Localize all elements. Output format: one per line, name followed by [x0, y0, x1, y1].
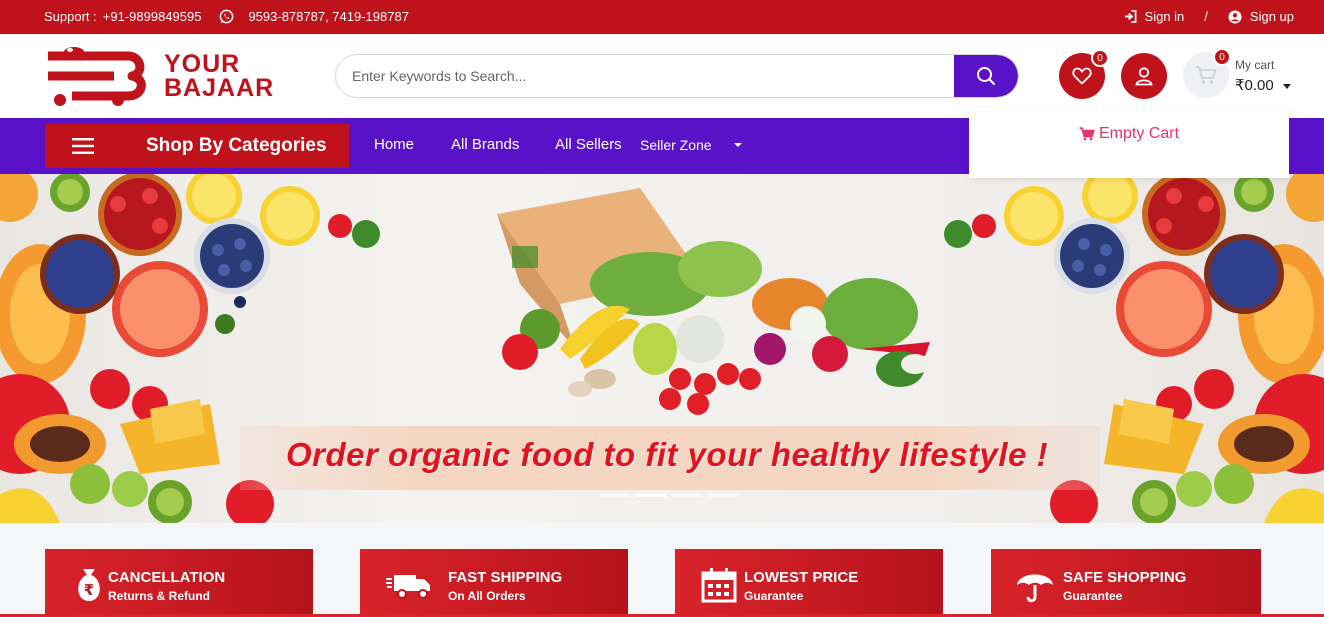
feature-subtitle: Guarantee	[1063, 589, 1123, 603]
carousel-dot-active[interactable]	[636, 494, 666, 497]
cart-dropdown: Empty Cart	[969, 108, 1289, 178]
carousel-dot[interactable]	[672, 494, 702, 497]
support-label: Support :	[44, 9, 97, 24]
feature-title: CANCELLATION	[108, 569, 226, 586]
feature-subtitle: Guarantee	[744, 589, 804, 603]
feature-subtitle: On All Orders	[448, 589, 526, 603]
carousel-dots	[600, 494, 738, 497]
nav-all-brands[interactable]: All Brands	[451, 136, 519, 153]
banner-tagline: Order organic food to fit your healthy l…	[286, 436, 1049, 473]
support-phone[interactable]: +91-9899849595	[103, 9, 202, 24]
cart-label: My cart	[1235, 58, 1275, 72]
shop-by-categories-button[interactable]: Shop By Categories	[45, 124, 349, 168]
cart-logo-icon	[48, 47, 146, 106]
wishlist-count-badge: 0	[1091, 49, 1109, 67]
auth-links: Sign in / Sign up	[1124, 9, 1294, 24]
user-icon	[1135, 67, 1153, 86]
nav-home[interactable]: Home	[374, 136, 414, 153]
sign-in-icon	[1124, 10, 1137, 23]
header: YOUR BAJAAR 0 0 My cart ₹0.00	[0, 34, 1324, 118]
categories-label: Shop By Categories	[146, 135, 327, 156]
empty-cart-text: Empty Cart	[1099, 125, 1180, 142]
nav-all-sellers[interactable]: All Sellers	[555, 136, 622, 153]
feature-fast-shipping: FAST SHIPPING On All Orders	[360, 549, 628, 617]
hamburger-icon	[72, 138, 94, 154]
feature-subtitle: Returns & Refund	[108, 589, 210, 603]
sign-up-link[interactable]: Sign up	[1250, 9, 1294, 24]
seller-zone-caret-icon[interactable]	[734, 143, 742, 147]
svg-text:₹: ₹	[84, 581, 94, 599]
empty-cart-icon	[1079, 127, 1095, 141]
account-button[interactable]	[1121, 53, 1167, 99]
carousel-dot[interactable]	[600, 494, 630, 497]
site-logo[interactable]: YOUR BAJAAR	[44, 46, 294, 108]
logo-line-1: YOUR	[164, 50, 241, 78]
top-bar: Support : +91-9899849595 9593-878787, 74…	[0, 0, 1324, 34]
sign-in-link[interactable]: Sign in	[1145, 9, 1185, 24]
caret-down-icon	[1282, 83, 1291, 89]
carousel-dot[interactable]	[708, 494, 738, 497]
cart-count-badge: 0	[1213, 48, 1231, 66]
search-bar	[335, 54, 1019, 98]
umbrella-icon	[1017, 574, 1053, 603]
user-circle-icon	[1228, 10, 1242, 24]
whatsapp-icon	[219, 9, 234, 24]
feature-cancellation: ₹ CANCELLATION Returns & Refund	[45, 549, 313, 617]
nav-seller-zone[interactable]: Seller Zone	[640, 137, 712, 153]
feature-title: SAFE SHOPPING	[1063, 569, 1187, 586]
feature-title: LOWEST PRICE	[744, 569, 859, 586]
feature-title: FAST SHIPPING	[448, 569, 563, 586]
feature-lowest-price: LOWEST PRICE Guarantee	[675, 549, 943, 617]
heart-icon	[1072, 67, 1092, 85]
logo-text: YOUR BAJAAR	[164, 50, 275, 102]
empty-cart-message: Empty Cart	[1079, 125, 1179, 143]
cart-amount-value: ₹0.00	[1235, 77, 1274, 94]
hero-banner[interactable]: Order organic food to fit your healthy l…	[0, 174, 1324, 523]
search-input[interactable]	[352, 55, 952, 97]
cart-amount: ₹0.00	[1235, 76, 1291, 94]
auth-divider: /	[1204, 9, 1208, 24]
support-info: Support : +91-9899849595 9593-878787, 74…	[44, 9, 409, 24]
rupee-bag-icon: ₹	[78, 569, 100, 601]
truck-icon	[386, 575, 430, 599]
search-icon	[977, 67, 996, 86]
whatsapp-numbers[interactable]: 9593-878787, 7419-198787	[248, 9, 408, 24]
search-button[interactable]	[954, 55, 1018, 97]
logo-line-2: BAJAAR	[164, 74, 275, 102]
feature-safe-shopping: SAFE SHOPPING Guarantee	[991, 549, 1261, 617]
calendar-icon	[701, 568, 737, 603]
features-strip: ₹ CANCELLATION Returns & Refund FAST SHI…	[0, 523, 1324, 617]
cart-icon	[1196, 66, 1217, 84]
